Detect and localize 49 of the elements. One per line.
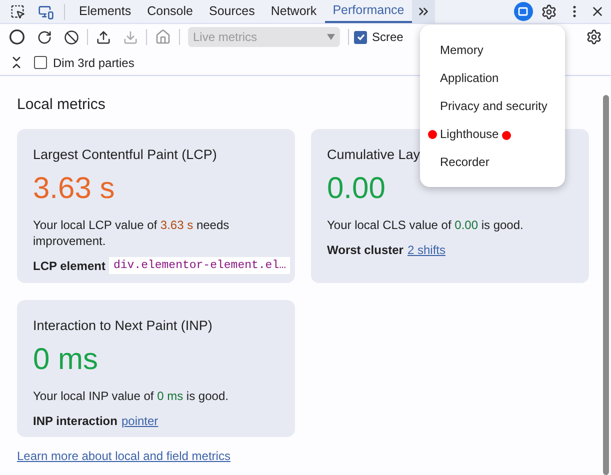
caret-icon	[327, 34, 335, 40]
ai-assistant-icon[interactable]	[514, 2, 533, 21]
card-title: Interaction to Next Paint (INP)	[33, 316, 212, 335]
checkbox[interactable]	[354, 30, 367, 44]
checkbox[interactable]	[34, 56, 47, 69]
menu-item[interactable]: Lighthouse	[420, 120, 565, 148]
metric-value: 3.63 s	[33, 170, 116, 207]
scrollbar[interactable]	[603, 95, 609, 475]
detail-label: Worst cluster	[327, 242, 404, 259]
menu-item-label: Application	[440, 70, 499, 87]
settings-icon[interactable]	[586, 29, 602, 45]
menu-item-label: Memory	[440, 42, 484, 59]
menu-item-label: Privacy and security	[440, 98, 548, 115]
detail-label: LCP element	[33, 258, 106, 275]
panel-tab[interactable]: Sources	[200, 0, 263, 23]
settings-icon[interactable]	[541, 4, 557, 20]
element-code[interactable]: div.elementor-element.el…	[109, 257, 290, 274]
checkbox-label: Scree	[372, 29, 404, 46]
upload-icon[interactable]	[96, 30, 111, 44]
menu-item[interactable]: Memory	[420, 36, 565, 64]
detail-label: INP interaction	[33, 412, 118, 430]
home-icon[interactable]	[155, 29, 171, 45]
panel-tab[interactable]: Console	[139, 0, 201, 23]
detail-link[interactable]: 2 shifts	[407, 240, 446, 259]
record-icon[interactable]	[9, 29, 25, 45]
section-heading: Local metrics	[17, 95, 106, 115]
metric-value: 0.00	[327, 170, 386, 207]
reload-icon[interactable]	[37, 30, 52, 44]
clear-icon[interactable]	[64, 30, 79, 44]
checkmark-icon	[356, 32, 366, 42]
menu-item[interactable]: Recorder	[420, 148, 565, 176]
menu-item[interactable]: Application	[420, 64, 565, 92]
learn-more-link[interactable]: Learn more about local and field metrics	[17, 446, 230, 464]
menu-item[interactable]: Privacy and security	[420, 92, 565, 120]
metric-description: Your local LCP value of 3.63 s needs improvement.	[33, 216, 230, 249]
device-icon[interactable]	[38, 4, 54, 20]
checkbox-label: Dim 3rd parties	[53, 54, 134, 72]
detail-link[interactable]: pointer	[121, 412, 158, 430]
menu-item-label: Recorder	[440, 154, 490, 171]
metric-description: Your local INP value of 0 ms is good.	[33, 388, 230, 404]
close-icon[interactable]	[590, 4, 605, 19]
panel-tab[interactable]: Network	[262, 0, 325, 23]
panel-tab[interactable]: Elements	[71, 0, 140, 23]
card-title: Largest Contentful Paint (LCP)	[33, 146, 217, 164]
inspect-icon[interactable]	[10, 4, 25, 19]
card-title: Cumulative Lay	[327, 146, 420, 164]
metric-value: 0 ms	[33, 342, 100, 378]
metric-description: Your local CLS value of 0.00 is good.	[327, 216, 524, 233]
menu-item-label: Lighthouse	[440, 126, 499, 143]
